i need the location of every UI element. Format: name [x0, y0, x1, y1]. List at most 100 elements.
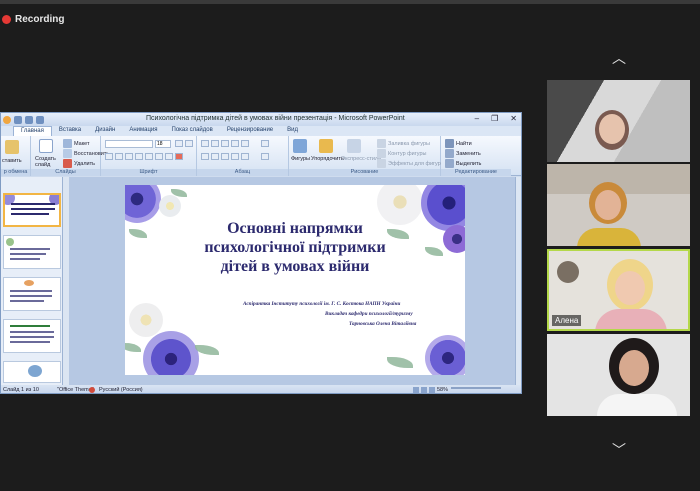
slide-scrollbar[interactable] [515, 177, 521, 385]
thumb-line [10, 325, 50, 327]
increase-indent-icon[interactable] [231, 140, 239, 147]
arrange-icon[interactable] [319, 139, 333, 153]
tab-home[interactable]: Главная [13, 126, 52, 136]
shapes-button[interactable]: Фигуры [291, 156, 310, 162]
paste-button[interactable]: ставить [2, 158, 22, 164]
justify-icon[interactable] [231, 153, 239, 160]
participant-video-3-active-speaker[interactable]: Алена [547, 249, 690, 331]
leaf-decoration [387, 357, 413, 368]
fill-button[interactable]: Заливка фигуры [377, 139, 430, 148]
participant-video-1[interactable] [547, 80, 690, 162]
normal-view-icon[interactable] [413, 387, 419, 393]
delete-button[interactable]: Удалить [63, 159, 95, 168]
find-button[interactable]: Найти [445, 139, 472, 148]
participant-shirt [595, 309, 667, 329]
slide-thumbnail-1[interactable] [3, 193, 61, 227]
undo-icon[interactable] [25, 115, 33, 124]
slide-thumbnail-2[interactable] [3, 235, 61, 269]
language-indicator[interactable]: Русский (Россия) [99, 387, 143, 393]
slide-thumbnail-5[interactable] [3, 361, 61, 383]
replace-button[interactable]: Заменить [445, 149, 481, 158]
thumb-line [10, 341, 50, 343]
redo-icon[interactable] [36, 115, 44, 124]
quick-styles-button[interactable]: Экспресс-стили [341, 156, 381, 162]
font-size-field[interactable]: 18 [155, 140, 171, 148]
chevron-down-icon[interactable]: ﹀ [607, 443, 631, 457]
thumb-line [11, 213, 49, 215]
quick-styles-icon[interactable] [347, 139, 361, 153]
outline-button[interactable]: Контур фигуры [377, 149, 426, 158]
text-direction-icon[interactable] [261, 140, 269, 147]
participant-video-4[interactable] [547, 334, 690, 416]
spacing-icon[interactable] [155, 153, 163, 160]
office-button-icon[interactable] [3, 115, 11, 124]
powerpoint-window: Психологічна підтримка дітей в умовах ві… [0, 112, 522, 394]
layout-button[interactable]: Макет [63, 139, 90, 148]
decrease-indent-icon[interactable] [221, 140, 229, 147]
font-name-field[interactable] [105, 140, 153, 148]
slide-title-line-3: дітей в умовах війни [220, 258, 370, 275]
thumb-flower [6, 238, 14, 246]
sorter-view-icon[interactable] [421, 387, 427, 393]
slideshow-view-icon[interactable] [429, 387, 435, 393]
bold-icon[interactable] [105, 153, 113, 160]
participant-name: Алена [552, 315, 582, 326]
line-spacing-icon[interactable] [241, 140, 249, 147]
new-slide-icon[interactable] [39, 139, 53, 153]
tab-insert[interactable]: Вставка [52, 126, 88, 136]
chevron-up-icon[interactable]: ︿ [607, 51, 631, 65]
clipboard-group-label: р обмена [1, 169, 30, 176]
underline-icon[interactable] [125, 153, 133, 160]
bullets-icon[interactable] [201, 140, 209, 147]
tab-review[interactable]: Рецензирование [220, 126, 280, 136]
spellcheck-icon[interactable] [89, 387, 95, 393]
slide-author-line-2: Викладач кафедри психології/туризму [325, 311, 413, 317]
columns-icon[interactable] [241, 153, 249, 160]
slide-title-line-2: психологічної підтримки [204, 239, 386, 256]
create-slide-button[interactable]: Создать слайд [35, 156, 61, 168]
strike-icon[interactable] [135, 153, 143, 160]
recording-indicator[interactable]: Recording [2, 12, 64, 26]
smartart-icon[interactable] [261, 153, 269, 160]
case-icon[interactable] [165, 153, 173, 160]
slide-thumbnail-4[interactable] [3, 319, 61, 353]
layout-icon [63, 139, 72, 148]
close-icon[interactable]: ✕ [510, 114, 517, 123]
tab-view[interactable]: Вид [280, 126, 305, 136]
minimize-icon[interactable]: – [475, 114, 479, 123]
paste-icon[interactable] [5, 140, 19, 154]
slide-author-line-1: Аспірантка Інституту психології ім. Г. С… [243, 301, 401, 307]
align-left-icon[interactable] [201, 153, 209, 160]
participant-video-2[interactable] [547, 164, 690, 246]
quick-access-toolbar [1, 115, 44, 124]
arrange-button[interactable]: Упорядочить [311, 156, 344, 162]
font-color-icon[interactable] [175, 153, 183, 160]
thumb-line [10, 248, 50, 250]
restore-icon [63, 149, 72, 158]
flower-decoration [159, 195, 181, 217]
grow-font-icon[interactable] [175, 140, 183, 147]
slide-thumbnail-3[interactable] [3, 277, 61, 311]
tab-design[interactable]: Дизайн [88, 126, 122, 136]
zoom-level[interactable]: 58% [437, 387, 448, 393]
thumb-line [10, 295, 52, 297]
align-center-icon[interactable] [211, 153, 219, 160]
shadow-icon[interactable] [145, 153, 153, 160]
numbering-icon[interactable] [211, 140, 219, 147]
zoom-slider[interactable] [451, 387, 501, 389]
tab-animation[interactable]: Анимация [122, 126, 164, 136]
shapes-icon[interactable] [293, 139, 307, 153]
effects-button[interactable]: Эффекты для фигур [377, 159, 441, 168]
current-slide[interactable]: Основні напрямки психологічної підтримки… [125, 185, 465, 375]
replace-icon [445, 149, 454, 158]
thumb-line [10, 300, 44, 302]
tab-slideshow[interactable]: Показ слайдов [165, 126, 220, 136]
wall-decor [557, 261, 579, 283]
maximize-icon[interactable]: ❐ [491, 114, 498, 123]
select-button[interactable]: Выделить [445, 159, 481, 168]
shrink-font-icon[interactable] [185, 140, 193, 147]
save-icon[interactable] [14, 115, 22, 124]
italic-icon[interactable] [115, 153, 123, 160]
align-right-icon[interactable] [221, 153, 229, 160]
ppt-titlebar: Психологічна підтримка дітей в умовах ві… [1, 113, 521, 126]
